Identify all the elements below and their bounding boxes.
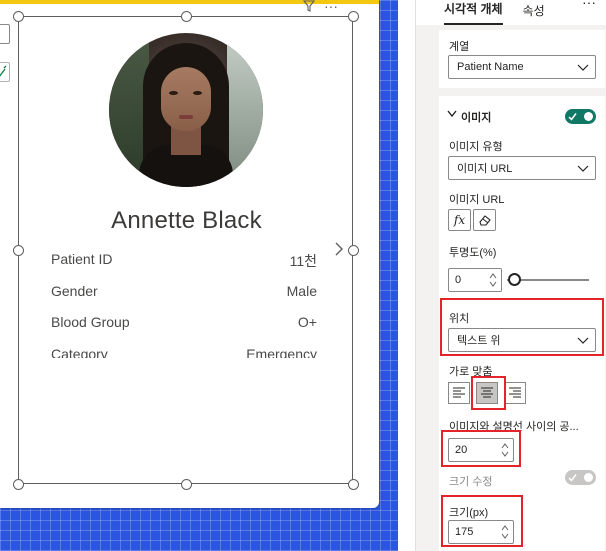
- canvas-left-tool-1[interactable]: [0, 24, 10, 44]
- visual-header-tools: ···: [302, 0, 338, 14]
- image-url-label: 이미지 URL: [449, 194, 505, 206]
- patient-card-visual[interactable]: Annette Black Patient ID 11천 Gender Male…: [13, 11, 359, 490]
- image-type-dropdown[interactable]: 이미지 URL: [448, 156, 596, 180]
- field-row-category: Category Emergency: [51, 346, 317, 358]
- chevron-down-icon: [577, 64, 589, 71]
- custom-size-label: 크기 수정: [449, 476, 493, 488]
- report-page[interactable]: ··· Annette Black Patient ID 11천 Gender …: [0, 0, 379, 508]
- fx-button[interactable]: fx: [448, 209, 471, 231]
- series-section: 계열 Patient Name: [439, 30, 605, 88]
- canvas-left-tool-2[interactable]: [0, 62, 10, 82]
- field-value: Emergency: [246, 346, 317, 358]
- field-row-patient-id: Patient ID 11천: [51, 251, 317, 271]
- card-content: Annette Black Patient ID 11천 Gender Male…: [19, 17, 354, 358]
- field-value: 11천: [289, 253, 317, 269]
- pane-divider: [398, 0, 416, 551]
- field-label: Gender: [51, 283, 98, 299]
- align-left-button[interactable]: [448, 382, 470, 404]
- chevron-down-icon: [577, 165, 589, 172]
- resize-handle-bottom[interactable]: [181, 479, 192, 490]
- resize-handle-right[interactable]: [348, 245, 359, 256]
- transparency-label: 투명도(%): [449, 247, 497, 259]
- field-label: Patient ID: [51, 251, 113, 267]
- resize-handle-bottom-right[interactable]: [348, 479, 359, 490]
- resize-handle-bottom-left[interactable]: [13, 479, 24, 490]
- eraser-icon: [478, 215, 491, 226]
- align-right-icon: [509, 387, 521, 398]
- image-toggle[interactable]: [565, 109, 596, 124]
- resize-handle-top-right[interactable]: [348, 11, 359, 22]
- tab-general[interactable]: 속성: [523, 2, 545, 25]
- check-icon: [568, 474, 577, 482]
- series-label: 계열: [449, 41, 470, 53]
- patient-photo: [109, 33, 263, 187]
- tab-visual[interactable]: 시각적 개체: [444, 0, 503, 25]
- transparency-input[interactable]: 0: [448, 268, 502, 292]
- chevron-down-icon[interactable]: [447, 110, 457, 118]
- resize-handle-left[interactable]: [13, 245, 24, 256]
- fx-icon: fx: [453, 213, 466, 227]
- highlight-position: [440, 298, 604, 356]
- chevron-right-icon[interactable]: [334, 241, 344, 257]
- field-label: Blood Group: [51, 314, 130, 330]
- image-type-label: 이미지 유형: [449, 141, 503, 153]
- more-options-icon[interactable]: ···: [324, 0, 338, 14]
- filter-icon[interactable]: [302, 0, 316, 13]
- check-icon: [568, 113, 577, 121]
- image-section-title: 이미지: [461, 112, 492, 124]
- align-left-icon: [453, 387, 465, 398]
- pane-tabs: 시각적 개체 속성: [416, 0, 606, 25]
- pane-more-icon[interactable]: ···: [582, 0, 596, 10]
- highlight-spacing: [441, 430, 521, 467]
- series-value: Patient Name: [457, 61, 524, 73]
- clear-button[interactable]: [473, 209, 496, 231]
- series-dropdown[interactable]: Patient Name: [448, 55, 596, 79]
- highlight-size: [441, 495, 523, 547]
- custom-size-toggle[interactable]: [565, 470, 596, 485]
- report-canvas: ··· Annette Black Patient ID 11천 Gender …: [0, 0, 398, 551]
- resize-handle-top-left[interactable]: [13, 11, 24, 22]
- format-pane: 시각적 개체 속성 ··· 계열 Patient Name 이미지 이미지 유형…: [416, 0, 606, 551]
- field-value: Male: [286, 283, 317, 299]
- align-right-button[interactable]: [504, 382, 526, 404]
- spin-arrows-icon[interactable]: [488, 272, 498, 288]
- field-value: O+: [297, 314, 317, 330]
- field-row-gender: Gender Male: [51, 283, 317, 299]
- resize-handle-top[interactable]: [181, 11, 192, 22]
- patient-name: Annette Black: [111, 207, 262, 234]
- field-row-blood-group: Blood Group O+: [51, 314, 317, 330]
- field-label: Category: [51, 346, 108, 358]
- highlight-center-align: [471, 376, 506, 410]
- transparency-value: 0: [455, 274, 462, 286]
- image-type-value: 이미지 URL: [457, 163, 513, 175]
- transparency-slider-thumb[interactable]: [508, 273, 521, 286]
